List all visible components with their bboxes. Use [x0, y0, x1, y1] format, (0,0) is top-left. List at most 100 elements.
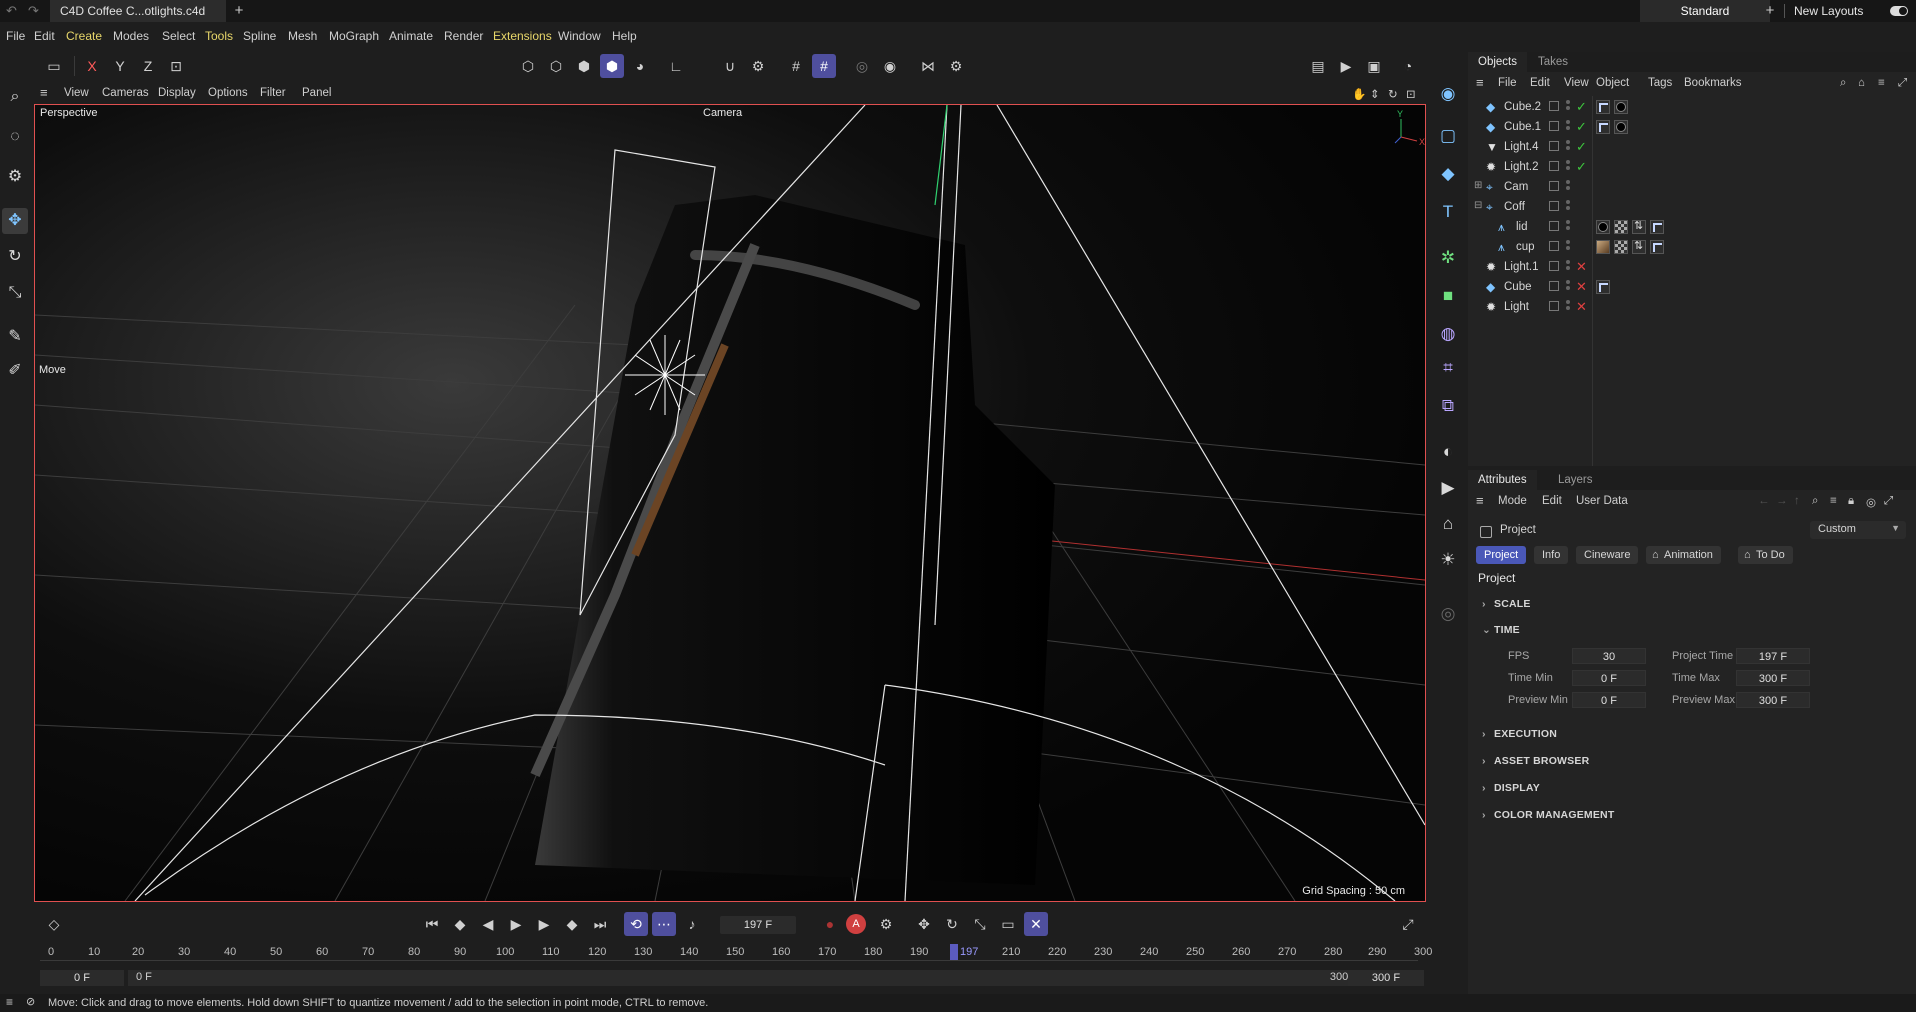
collapse-icon[interactable]: ⊟	[1474, 200, 1482, 211]
prev-frame-icon[interactable]: ◀	[476, 912, 500, 936]
object-row[interactable]: ✹ Light ✕	[1468, 298, 1916, 318]
field-icon[interactable]: ⌗	[1434, 354, 1462, 382]
menu-help[interactable]: Help	[612, 29, 637, 43]
render-dots[interactable]	[1566, 300, 1570, 314]
current-frame-field[interactable]: 197 F	[720, 916, 796, 934]
tab-attributes[interactable]: Attributes	[1468, 470, 1537, 490]
lock-icon[interactable]: 🔒︎	[1848, 495, 1854, 508]
section-tab-info[interactable]: Info	[1534, 546, 1569, 564]
render-dots[interactable]	[1566, 100, 1570, 114]
visibility-toggle[interactable]	[1549, 301, 1559, 311]
time-max-field[interactable]: 300 F	[1736, 670, 1810, 686]
expand-icon[interactable]: ⤢	[1898, 77, 1907, 90]
coordinate-system-icon[interactable]: ⊡	[164, 54, 188, 78]
filter-icon[interactable]: ≡	[1878, 77, 1885, 89]
snap-settings-icon[interactable]: ⚙	[746, 54, 770, 78]
preview-range-bar[interactable]: 0 F 300 F	[128, 970, 1368, 986]
enabled-check-icon[interactable]: ✓	[1576, 139, 1587, 155]
search-icon[interactable]: ⌕	[2, 84, 28, 110]
attributes-menu-edit[interactable]: Edit	[1542, 495, 1562, 507]
scene-camera-icon[interactable]: ⌂	[1434, 510, 1462, 538]
grid-snap-icon[interactable]: #	[812, 54, 836, 78]
enabled-check-icon[interactable]: ✓	[1576, 119, 1587, 135]
section-tab-animation[interactable]: ⌂ Animation	[1646, 546, 1721, 564]
uv-mode-icon[interactable]: ◕	[628, 54, 652, 78]
autokey-icon[interactable]: A	[846, 914, 866, 934]
objects-menu-file[interactable]: File	[1498, 77, 1517, 89]
object-name[interactable]: Cam	[1504, 181, 1528, 193]
material-tag-icon[interactable]	[1596, 240, 1610, 254]
back-arrow-icon[interactable]: ←	[1758, 495, 1770, 507]
document-tab[interactable]: C4D Coffee C...otlights.c4d	[50, 0, 226, 22]
sketch-tool-icon[interactable]: ✐	[2, 358, 28, 384]
selection-tool-icon[interactable]: ◌	[2, 124, 28, 150]
playback-rate-icon[interactable]: ⋯	[652, 912, 676, 936]
section-display[interactable]: › DISPLAY	[1482, 782, 1540, 794]
workplane-icon[interactable]: ∟	[664, 54, 688, 78]
disabled-cross-icon[interactable]: ✕	[1576, 299, 1587, 315]
redo-icon[interactable]: ↷	[28, 3, 39, 19]
render-view-icon[interactable]: ▶	[1334, 54, 1358, 78]
visibility-toggle[interactable]	[1549, 221, 1559, 231]
menu-file[interactable]: File	[6, 29, 25, 43]
play-icon[interactable]: ▶	[504, 912, 528, 936]
symmetry-icon[interactable]: ⋈	[916, 54, 940, 78]
forward-arrow-icon[interactable]: →	[1776, 495, 1788, 507]
menu-animate[interactable]: Animate	[389, 29, 433, 43]
object-row[interactable]: ◆ Cube.2 ✓	[1468, 98, 1916, 118]
viewport-menu-cameras[interactable]: Cameras	[102, 87, 149, 99]
prev-key-icon[interactable]: ◆	[448, 912, 472, 936]
orbit-icon[interactable]: ↻	[1388, 87, 1398, 101]
record-icon[interactable]: ●	[818, 912, 842, 936]
texture-tag-icon[interactable]	[1596, 100, 1610, 114]
key-position-icon[interactable]: ✥	[912, 912, 936, 936]
objects-menu-view[interactable]: View	[1564, 77, 1589, 89]
environment-icon[interactable]: ◐	[1434, 438, 1462, 466]
scale-tool-icon[interactable]: ⤡	[2, 280, 28, 306]
preset-dropdown[interactable]: Custom ▼	[1810, 521, 1906, 539]
constraint-tag-icon[interactable]	[1632, 219, 1646, 234]
menu-tools[interactable]: Tools	[205, 29, 233, 43]
pan-icon[interactable]: ✋	[1352, 87, 1366, 101]
material-tag-icon[interactable]	[1596, 220, 1610, 234]
objects-menu-bookmarks[interactable]: Bookmarks	[1684, 77, 1742, 89]
key-settings-icon[interactable]: ⚙	[874, 912, 898, 936]
section-color-management[interactable]: › COLOR MANAGEMENT	[1482, 809, 1614, 821]
hamburger-icon[interactable]: ≡	[40, 85, 48, 100]
cloner-icon[interactable]: ◉	[1434, 80, 1462, 108]
deformer-icon[interactable]: ◍	[1434, 320, 1462, 348]
attributes-menu-user-data[interactable]: User Data	[1576, 495, 1628, 507]
menu-mesh[interactable]: Mesh	[288, 29, 317, 43]
visibility-toggle[interactable]	[1549, 161, 1559, 171]
compass-icon[interactable]: ◎	[1434, 600, 1462, 628]
axis-z-lock[interactable]: Z	[136, 54, 160, 78]
edges-mode-icon[interactable]: ⬡	[544, 54, 568, 78]
visibility-toggle[interactable]	[1549, 181, 1559, 191]
menu-select[interactable]: Select	[162, 29, 195, 43]
options-icon[interactable]: ◉	[878, 54, 902, 78]
texture-tag-icon[interactable]	[1596, 280, 1610, 294]
menu-render[interactable]: Render	[444, 29, 483, 43]
expand-icon[interactable]: ⊞	[1474, 180, 1482, 191]
object-row[interactable]: ⊟ ⌖ Coff	[1468, 198, 1916, 218]
move-tool-icon[interactable]: ✥	[2, 208, 28, 234]
timeline-expand-icon[interactable]: ⤢	[1396, 912, 1420, 936]
hamburger-icon[interactable]: ≡	[6, 995, 13, 1009]
visibility-toggle[interactable]	[1549, 281, 1559, 291]
checker-tag-icon[interactable]	[1614, 220, 1628, 234]
key-scale-icon[interactable]: ⤡	[968, 912, 992, 936]
render-dots[interactable]	[1566, 240, 1570, 254]
maximize-view-icon[interactable]: ⊡	[1406, 87, 1416, 101]
attributes-menu-mode[interactable]: Mode	[1498, 495, 1527, 507]
object-row[interactable]: ◆ Cube ✕	[1468, 278, 1916, 298]
object-name[interactable]: Cube	[1504, 281, 1532, 293]
section-tab-todo[interactable]: ⌂ To Do	[1738, 546, 1793, 564]
axis-x-lock[interactable]: X	[80, 54, 104, 78]
visibility-toggle[interactable]	[1549, 261, 1559, 271]
render-dots[interactable]	[1566, 220, 1570, 234]
texture-tag-icon[interactable]	[1596, 120, 1610, 134]
viewport-menu-display[interactable]: Display	[158, 87, 196, 99]
active-camera-label[interactable]: Camera	[703, 107, 742, 119]
playhead[interactable]	[950, 944, 958, 960]
text-icon[interactable]: T	[1434, 198, 1462, 226]
